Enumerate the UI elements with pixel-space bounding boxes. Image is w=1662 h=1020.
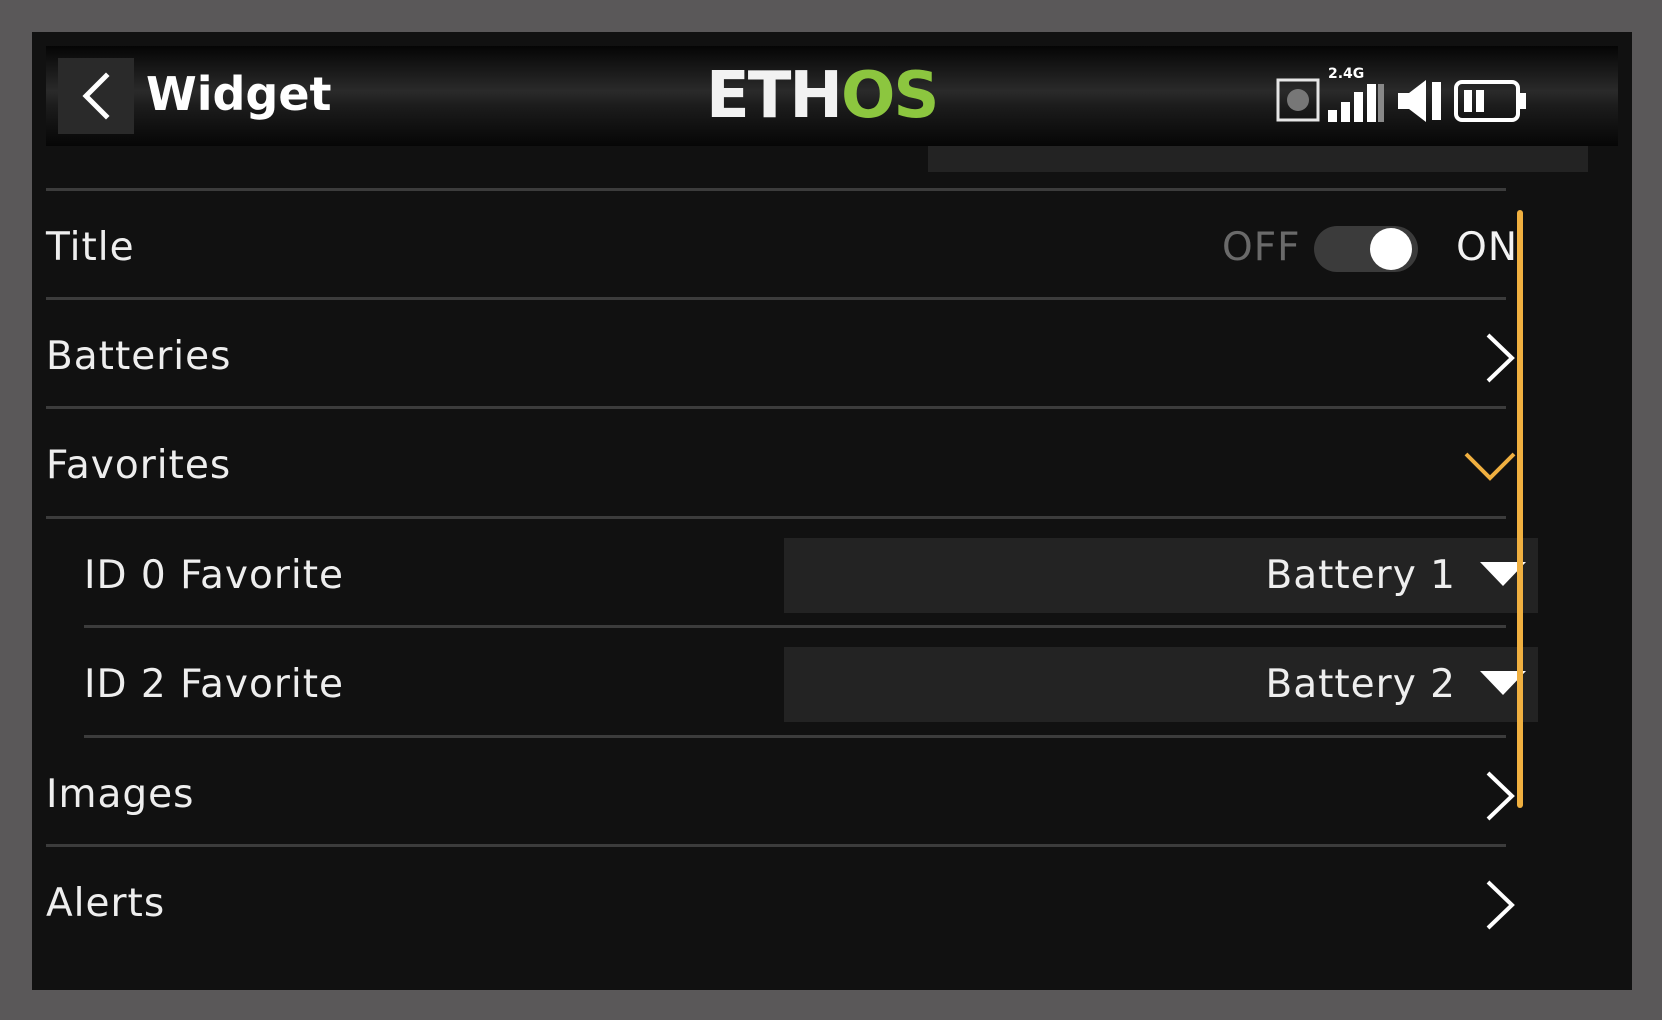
batteries-label: Batteries (46, 334, 232, 379)
divider (84, 735, 1506, 738)
speaker-icon (1398, 80, 1441, 122)
divider (46, 516, 1506, 519)
chevron-right-icon[interactable] (1482, 769, 1518, 823)
battery-icon (1454, 80, 1526, 122)
id0-favorite-select[interactable]: Battery 1 (784, 538, 1538, 613)
favorites-label: Favorites (46, 443, 232, 488)
id0-favorite-value: Battery 1 (1265, 553, 1456, 598)
record-icon (1276, 78, 1320, 122)
toggle-on-label: ON (1456, 225, 1518, 270)
back-button[interactable] (58, 58, 134, 134)
chevron-down-icon[interactable] (1462, 448, 1518, 484)
row-id0-favorite: ID 0 Favorite Battery 1 (46, 520, 1538, 632)
status-icons: 2.4G (1276, 66, 1606, 130)
divider (46, 297, 1506, 300)
row-alerts[interactable]: Alerts (46, 848, 1522, 960)
page-title: Widget (146, 67, 332, 121)
id0-favorite-label: ID 0 Favorite (84, 553, 344, 598)
divider (46, 188, 1506, 191)
logo-text-eth: ETH (706, 59, 843, 133)
divider (46, 844, 1506, 847)
id2-favorite-select[interactable]: Battery 2 (784, 647, 1538, 722)
scrollbar[interactable] (1517, 210, 1523, 808)
signal-bars-icon (1328, 84, 1384, 122)
toggle-knob (1370, 228, 1412, 270)
alerts-label: Alerts (46, 881, 166, 926)
toggle-off-label: OFF (1222, 225, 1301, 270)
partial-row-above (46, 146, 1606, 192)
chevron-right-icon[interactable] (1482, 878, 1518, 932)
row-images[interactable]: Images (46, 739, 1522, 851)
chevron-left-icon (82, 72, 110, 120)
radio-screen: Widget ETHOS 2.4G Title OFF ON Batteries… (32, 32, 1632, 990)
row-batteries[interactable]: Batteries (46, 301, 1522, 413)
logo-text-os: OS (840, 59, 939, 133)
divider (46, 406, 1506, 409)
ethos-logo: ETHOS (706, 64, 939, 128)
toggle-switch[interactable] (1314, 226, 1418, 272)
images-label: Images (46, 772, 195, 817)
top-bar: Widget ETHOS 2.4G (46, 46, 1618, 146)
row-id2-favorite: ID 2 Favorite Battery 2 (46, 629, 1538, 741)
title-toggle[interactable]: OFF ON (1222, 192, 1522, 304)
row-favorites[interactable]: Favorites (46, 410, 1522, 522)
divider (84, 625, 1506, 628)
id2-favorite-value: Battery 2 (1265, 662, 1456, 707)
chevron-right-icon[interactable] (1482, 331, 1518, 385)
row-title: Title OFF ON (46, 192, 1522, 304)
partial-field (928, 146, 1588, 172)
id2-favorite-label: ID 2 Favorite (84, 662, 344, 707)
title-label: Title (46, 225, 135, 270)
